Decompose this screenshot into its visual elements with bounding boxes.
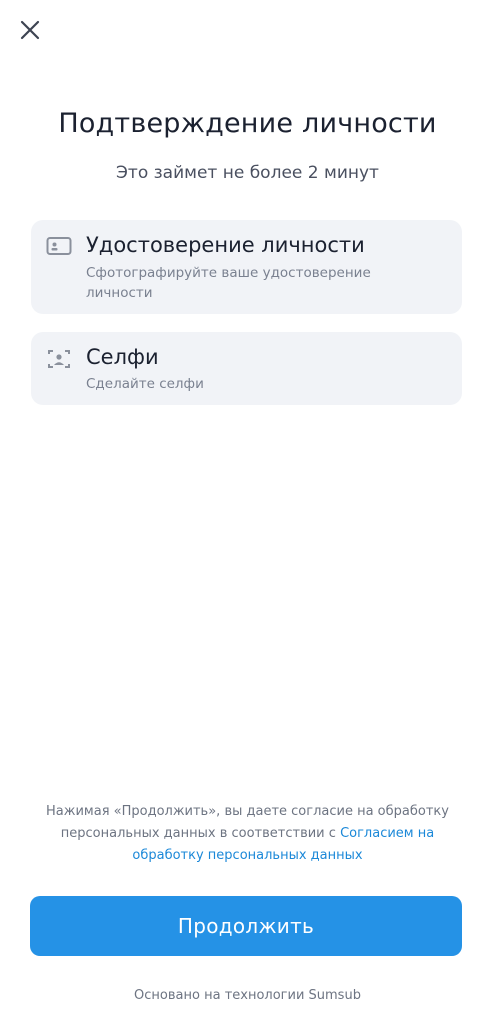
step-description: Сфотографируйте ваше удостоверение лично…: [86, 265, 371, 301]
step-description: Сделайте селфи: [86, 376, 204, 392]
selfie-icon: [48, 350, 70, 368]
close-button[interactable]: [14, 14, 46, 46]
consent-notice: Нажимая «Продолжить», вы даете согласие …: [30, 801, 465, 867]
page-title: Подтверждение личности: [58, 108, 437, 139]
step-card-selfie[interactable]: Селфи Сделайте селфи: [31, 332, 462, 405]
step-title: Удостоверение личности: [86, 233, 365, 257]
step-card-identity-document[interactable]: Удостоверение личности Сфотографируйте в…: [31, 220, 462, 314]
continue-button[interactable]: Продолжить: [30, 896, 462, 956]
step-title: Селфи: [86, 345, 159, 369]
close-icon: [20, 20, 40, 40]
powered-by-text: Основано на технологии Sumsub: [134, 988, 361, 1003]
id-card-icon: [46, 237, 72, 255]
verification-screen: Подтверждение личности Это займет не бол…: [0, 0, 495, 1024]
page-subtitle: Это займет не более 2 минут: [116, 163, 379, 183]
